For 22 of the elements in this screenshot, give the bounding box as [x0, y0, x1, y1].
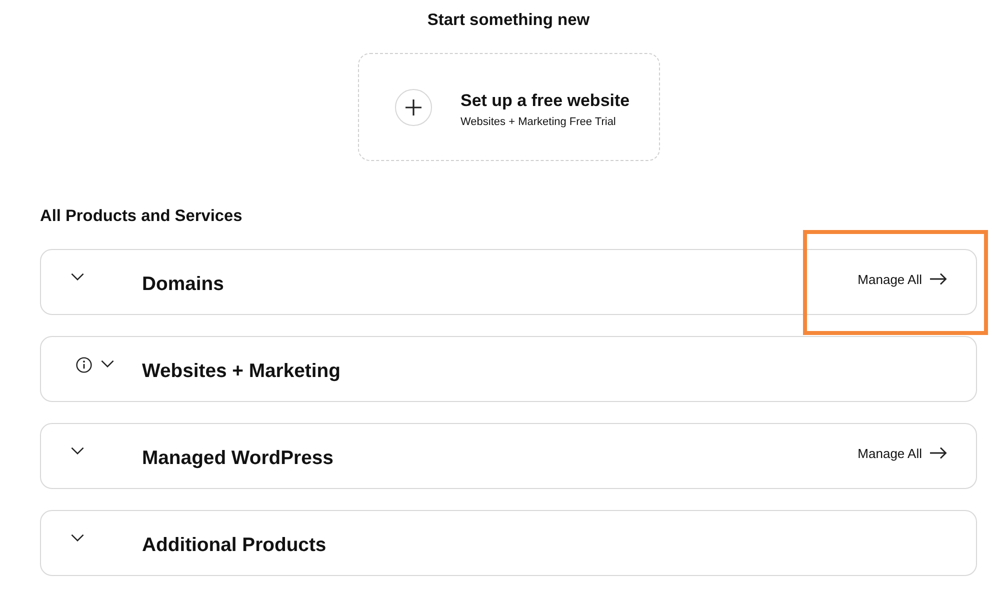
arrow-right-icon	[930, 273, 947, 285]
chevron-down-icon[interactable]	[71, 534, 84, 542]
info-icon[interactable]	[76, 357, 92, 373]
product-row[interactable]: Managed WordPress Manage All	[40, 423, 977, 489]
section-heading: All Products and Services	[40, 206, 242, 226]
arrow-right-icon	[930, 447, 947, 459]
manage-all-link[interactable]: Manage All	[858, 272, 947, 286]
chevron-down-icon[interactable]	[71, 273, 84, 281]
chevron-down-icon[interactable]	[101, 360, 114, 368]
setup-website-card[interactable]: Set up a free website Websites + Marketing Free Trial	[358, 53, 660, 161]
product-name: Websites + Marketing	[142, 359, 340, 383]
product-name: Additional Products	[142, 533, 326, 557]
section-title: Start something new	[427, 10, 590, 30]
product-name: Domains	[142, 272, 224, 296]
product-row[interactable]: Websites + Marketing	[40, 336, 977, 402]
manage-all-link[interactable]: Manage All	[858, 446, 947, 460]
card-title: Set up a free website	[460, 90, 630, 110]
product-row[interactable]: Additional Products	[40, 510, 977, 576]
product-name: Managed WordPress	[142, 446, 334, 470]
card-subtitle: Websites + Marketing Free Trial	[460, 114, 617, 128]
plus-icon	[394, 88, 432, 126]
chevron-down-icon[interactable]	[71, 447, 84, 455]
